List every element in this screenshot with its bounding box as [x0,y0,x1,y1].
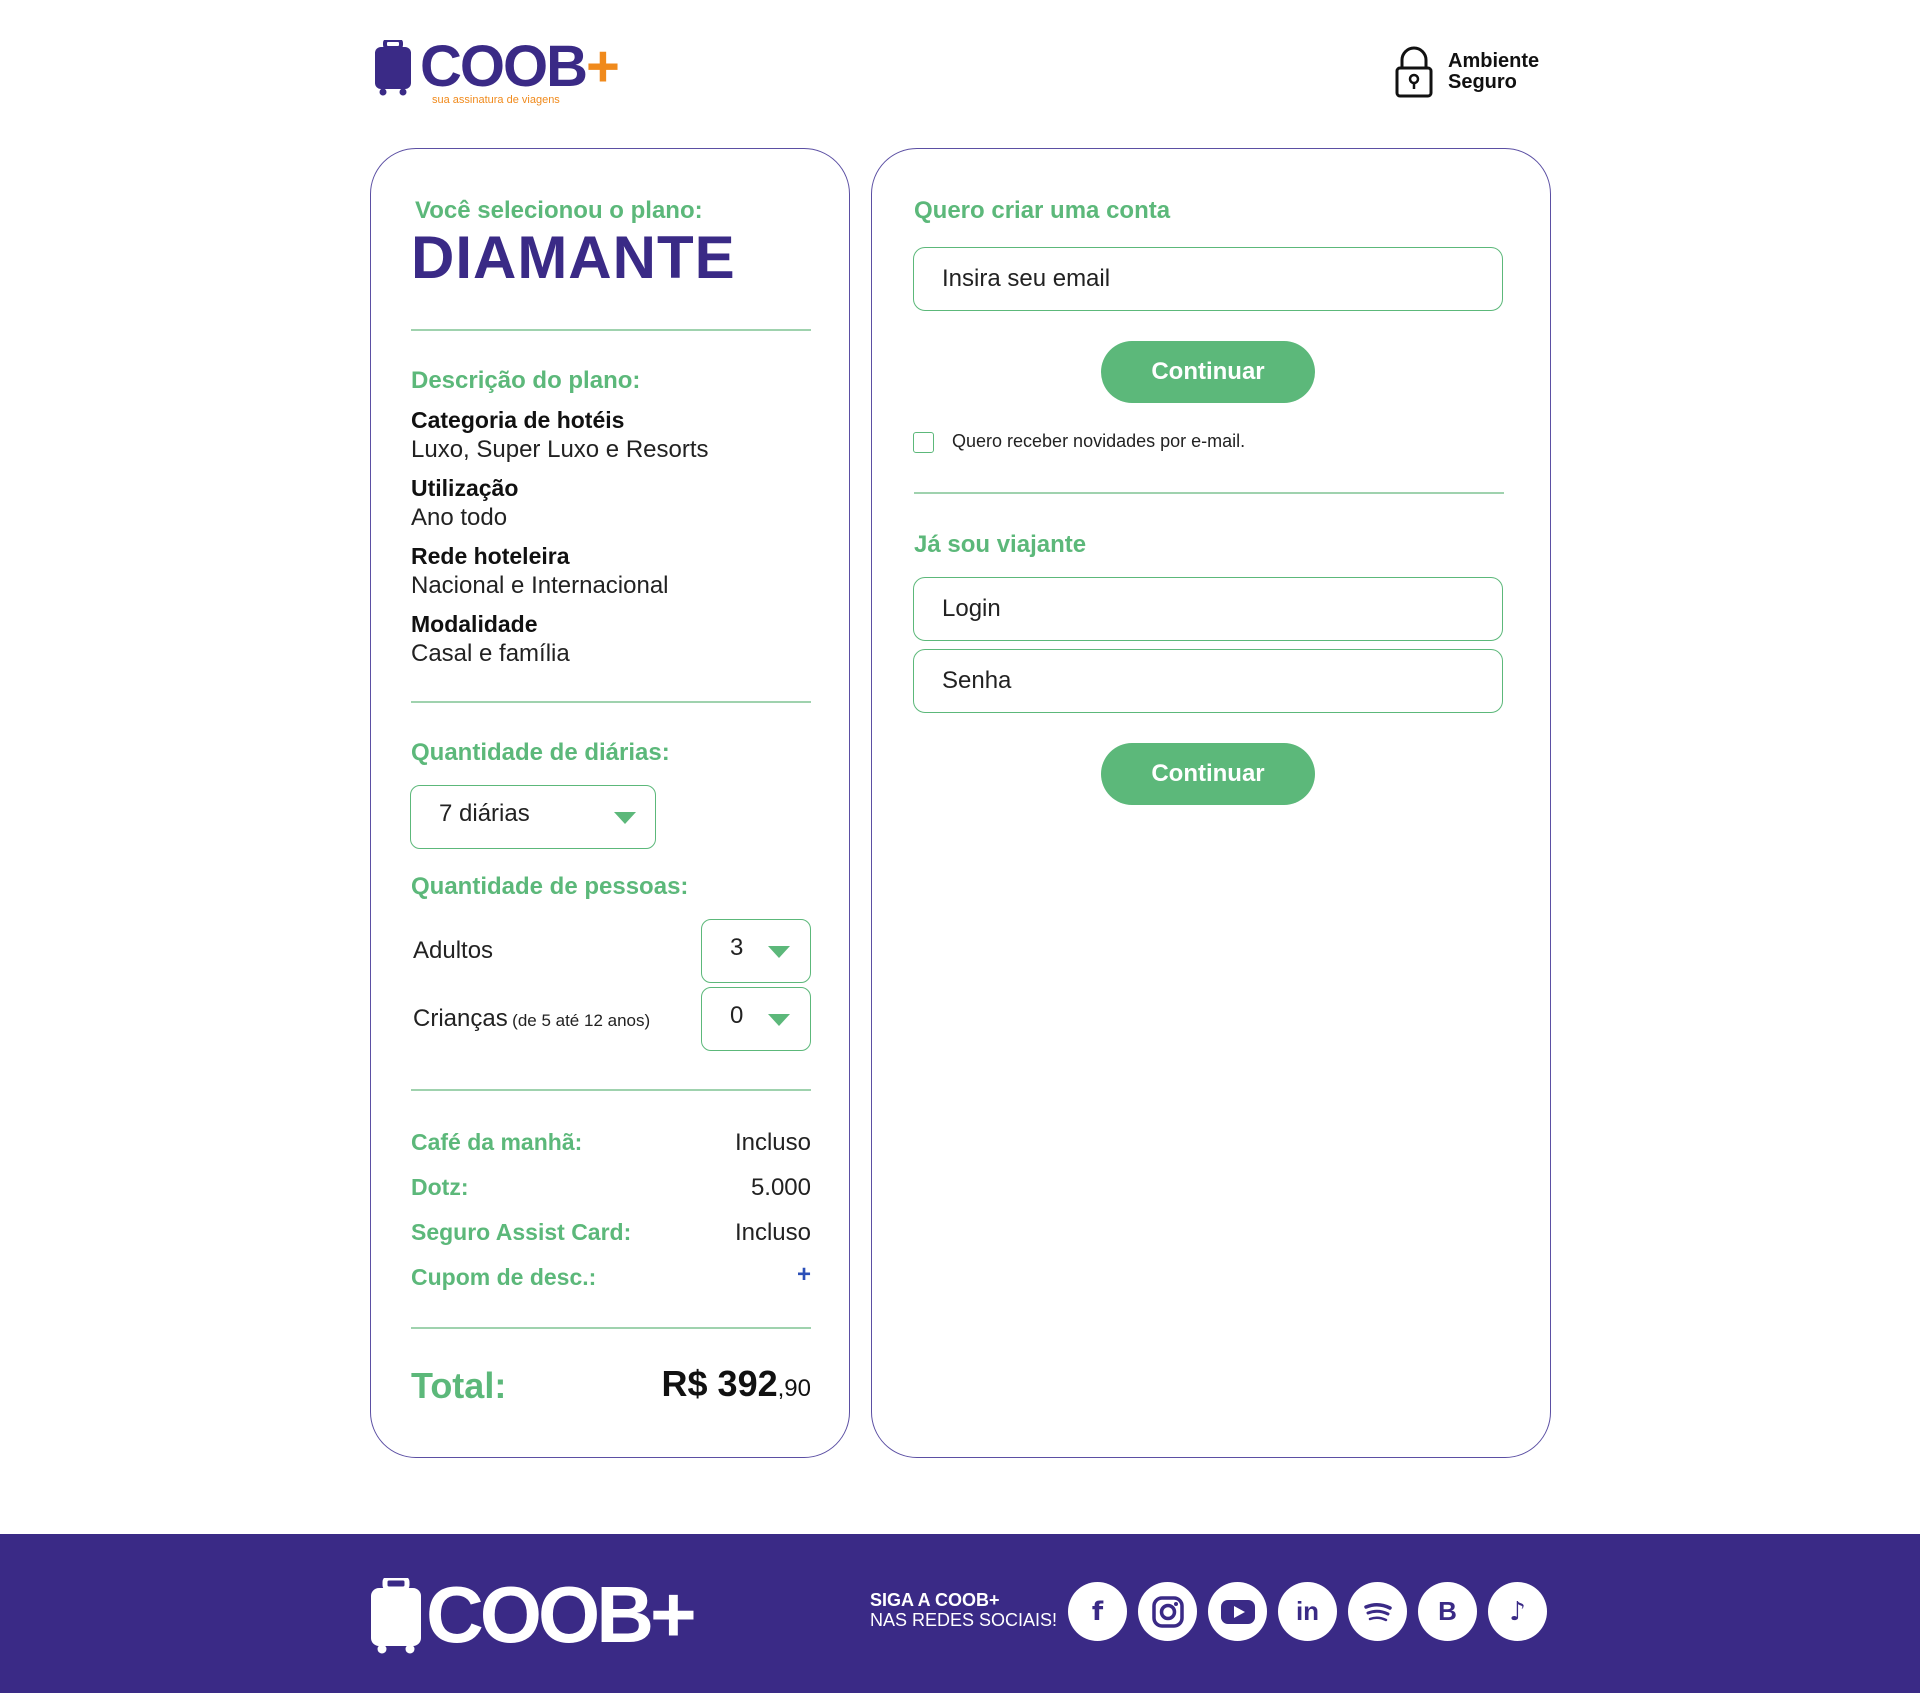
email-input[interactable] [913,247,1503,311]
days-select-value: 7 diárias [439,800,530,827]
logo-tagline: sua assinatura de viagens [432,94,560,106]
extra-value: Incluso [734,1129,811,1156]
plan-description-list: Categoria de hotéis Luxo, Super Luxo e R… [411,405,811,677]
suitcase-icon [375,40,411,96]
account-card: Quero criar uma conta Continuar Quero re… [871,148,1551,1458]
divider [411,701,811,703]
footer-logo[interactable]: COOB+ [370,1570,697,1659]
adults-label: Adultos [413,937,494,964]
newsletter-checkbox[interactable] [913,432,934,453]
secure-line-1: Ambiente [1448,50,1540,72]
description-item-value: Ano todo [411,504,508,531]
description-item-name: Rede hoteleira [411,543,570,569]
extra-label: Café da manhã: [411,1129,583,1155]
total-value: R$ 392,90 [662,1363,811,1405]
facebook-icon[interactable]: f [1068,1582,1127,1641]
adults-select[interactable]: 3 [701,919,811,983]
plan-name: DIAMANTE [411,224,736,291]
coob-logo[interactable]: COOB+ sua assinatura de viagens [374,34,634,108]
extra-value: 5.000 [750,1174,811,1201]
description-item-name: Utilização [411,475,519,501]
secure-line-2: Seguro [1448,71,1517,93]
social-follow-text: SIGA A COOB+ NAS REDES SOCIAIS! [870,1590,1057,1630]
total-amount: R$ 392 [661,1363,778,1404]
chevron-down-icon [614,812,636,824]
coupon-label: Cupom de desc.: [411,1264,597,1290]
instagram-icon[interactable] [1138,1582,1197,1641]
divider [411,1089,811,1091]
chevron-down-icon [768,946,790,958]
suitcase-icon [371,1578,421,1654]
create-account-continue-button[interactable]: Continuar [1101,341,1315,403]
description-item: Categoria de hotéis Luxo, Super Luxo e R… [411,405,811,465]
login-continue-button[interactable]: Continuar [1101,743,1315,805]
description-item: Rede hoteleira Nacional e Internacional [411,541,811,601]
follow-line-2: NAS REDES SOCIAIS! [870,1610,1058,1630]
divider [411,1327,811,1329]
description-item-name: Modalidade [411,611,538,637]
footer-logo-wordmark: COOB+ [426,1570,697,1659]
plan-description-title: Descrição do plano: [411,367,641,394]
total-cents: ,90 [777,1375,811,1402]
selected-plan-label: Você selecionou o plano: [415,197,703,224]
login-input[interactable] [913,577,1503,641]
children-select[interactable]: 0 [701,987,811,1051]
password-input[interactable] [913,649,1503,713]
total-label: Total: [411,1365,507,1406]
days-select[interactable]: 7 diárias [410,785,656,849]
description-item-name: Categoria de hotéis [411,407,625,433]
description-item: Modalidade Casal e família [411,609,811,669]
padlock-icon [1395,46,1433,98]
spotify-icon[interactable] [1348,1582,1407,1641]
follow-line-1: SIGA A COOB+ [870,1590,1000,1610]
chevron-down-icon [768,1014,790,1026]
login-title: Já sou viajante [914,531,1087,558]
add-coupon-button[interactable]: + [797,1261,811,1289]
page-footer: COOB+ SIGA A COOB+ NAS REDES SOCIAIS! f … [0,1534,1920,1693]
newsletter-label: Quero receber novidades por e-mail. [952,431,1246,451]
children-label: Crianças [413,1005,508,1032]
page-header: COOB+ sua assinatura de viagens Ambiente… [0,0,1920,140]
adults-select-value: 3 [730,934,744,961]
tiktok-icon[interactable]: ♪ [1488,1582,1547,1641]
linkedin-icon[interactable]: in [1278,1582,1337,1641]
divider [411,329,811,331]
youtube-icon[interactable] [1208,1582,1267,1641]
people-quantity-title: Quantidade de pessoas: [411,873,689,900]
description-item: Utilização Ano todo [411,473,811,533]
days-quantity-title: Quantidade de diárias: [411,739,670,766]
description-item-value: Casal e família [411,640,570,667]
create-account-title: Quero criar uma conta [914,197,1171,224]
plan-summary-card: Você selecionou o plano: DIAMANTE Descri… [370,148,850,1458]
description-item-value: Luxo, Super Luxo e Resorts [411,436,709,463]
extra-value: Incluso [734,1219,811,1246]
children-label-group: Crianças (de 5 até 12 anos) [413,1005,650,1033]
extra-label: Seguro Assist Card: [411,1219,632,1245]
children-age-note: (de 5 até 12 anos) [512,1011,651,1030]
social-links: f in B ♪ [1068,1582,1547,1644]
secure-environment-badge: Ambiente Seguro [1394,46,1564,98]
logo-wordmark: COOB+ [420,34,620,99]
extra-label: Dotz: [411,1174,469,1200]
blogger-icon[interactable]: B [1418,1582,1477,1641]
children-select-value: 0 [730,1002,744,1029]
divider [914,492,1504,494]
description-item-value: Nacional e Internacional [411,572,669,599]
